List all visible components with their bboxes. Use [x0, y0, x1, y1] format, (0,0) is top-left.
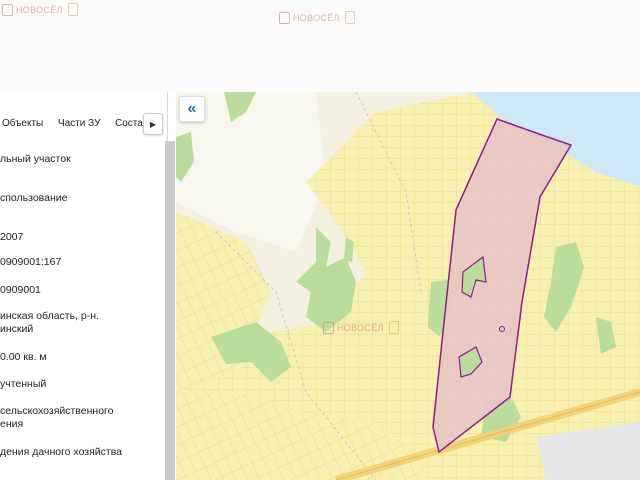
- field-type: льный участок: [0, 153, 71, 165]
- house-icon: [323, 321, 334, 334]
- tab-bar: Объекты Части ЗУ Состав ▶: [0, 92, 167, 135]
- top-bar: НОВОСЁЛ НОВОСЁЛ: [0, 0, 640, 92]
- field-cadastral-quarter: 0909001: [0, 284, 41, 296]
- map-canvas: [176, 92, 640, 480]
- tabs-next-button[interactable]: ▶: [143, 113, 163, 135]
- watermark-logo-map: НОВОСЁЛ: [323, 321, 399, 334]
- badge-icon: [67, 3, 78, 16]
- field-permitted-use: дения дачного хозяйства: [0, 446, 123, 458]
- field-category: сельскохозяйственного ения: [0, 405, 114, 430]
- house-icon: [279, 11, 290, 24]
- watermark-logo-center: НОВОСЁЛ: [279, 11, 355, 24]
- badge-icon: [388, 321, 399, 334]
- watermark-logo: НОВОСЁЛ: [2, 3, 78, 16]
- field-usage: спользование: [0, 192, 68, 204]
- chevron-right-icon: ▶: [149, 119, 157, 129]
- logo-text: НОВОСЁЛ: [293, 12, 340, 23]
- double-chevron-left-icon: «: [187, 100, 197, 117]
- info-panel: Объекты Части ЗУ Состав ▶ льный участок …: [0, 92, 168, 480]
- logo-text: НОВОСЁЛ: [337, 322, 384, 333]
- panel-scrollbar[interactable]: [165, 141, 175, 480]
- collapse-panel-button[interactable]: «: [179, 96, 205, 122]
- tab-objects[interactable]: Объекты: [2, 118, 43, 129]
- tab-parts[interactable]: Части ЗУ: [58, 118, 100, 129]
- map-view[interactable]: [176, 92, 640, 480]
- field-cadastral-number: 0909001:167: [0, 256, 62, 268]
- field-address: инская область, р-н. инский: [0, 310, 99, 335]
- badge-icon: [344, 11, 355, 24]
- logo-text: НОВОСЁЛ: [16, 4, 63, 15]
- field-area: 0.00 кв. м: [0, 351, 47, 363]
- field-status: учтенный: [0, 378, 47, 390]
- house-icon: [2, 3, 13, 16]
- field-year: 2007: [0, 231, 24, 243]
